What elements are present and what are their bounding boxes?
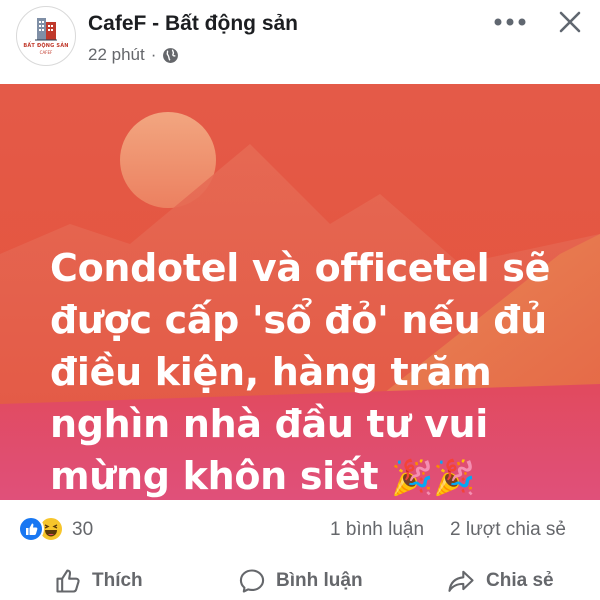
like-label: Thích — [92, 570, 143, 591]
close-button[interactable] — [554, 6, 586, 38]
thumbs-up-icon — [56, 569, 80, 593]
more-options-button[interactable] — [490, 10, 530, 34]
building-logo-icon — [35, 18, 57, 41]
globe-icon[interactable] — [162, 47, 179, 64]
avatar-logo-subtext: CAFEF — [39, 50, 53, 55]
close-icon — [559, 11, 581, 33]
dot-separator: · — [150, 45, 157, 64]
post-header: BẤT ĐỘNG SẢN CAFEF CafeF - Bất động sản … — [0, 0, 600, 84]
share-label: Chia sẻ — [486, 570, 554, 591]
share-count-link[interactable]: 2 lượt chia sẻ — [450, 519, 566, 541]
comment-bubble-icon — [239, 569, 265, 593]
reaction-count[interactable]: 30 — [72, 519, 93, 541]
like-reaction-icon — [18, 516, 44, 542]
comment-count-link[interactable]: 1 bình luận — [330, 519, 424, 541]
banner-headline: Condotel và officetel sẽ được cấp 'sổ đỏ… — [50, 242, 550, 500]
headline-line: nghìn nhà đầu tư vui — [50, 402, 489, 446]
headline-line-text: mừng khôn siết — [50, 454, 379, 498]
like-button[interactable]: Thích — [54, 562, 143, 600]
page-name[interactable]: CafeF - Bất động sản — [88, 12, 298, 36]
comment-label: Bình luận — [276, 570, 363, 591]
headline-line: Condotel và officetel sẽ — [50, 246, 551, 290]
share-button[interactable]: Chia sẻ — [446, 562, 554, 600]
post-stats: 30 1 bình luận 2 lượt chia sẻ — [0, 510, 600, 550]
headline-line: được cấp 'sổ đỏ' nếu đủ — [50, 298, 547, 342]
headline-line-last: mừng khôn siết 🎉🎉 — [50, 450, 550, 500]
post-image-banner[interactable]: Condotel và officetel sẽ được cấp 'sổ đỏ… — [0, 84, 600, 500]
avatar[interactable]: BẤT ĐỘNG SẢN CAFEF — [16, 6, 76, 66]
party-popper-emoji: 🎉🎉 — [391, 458, 476, 498]
comment-button[interactable]: Bình luận — [238, 562, 363, 600]
post-actions: Thích Bình luận Chia sẻ — [0, 562, 600, 600]
post-time[interactable]: 22 phút — [88, 45, 145, 65]
post-meta: 22 phút · — [88, 45, 179, 65]
avatar-logo-text: BẤT ĐỘNG SẢN — [23, 43, 69, 49]
headline-line: điều kiện, hàng trăm — [50, 350, 492, 394]
share-arrow-icon — [448, 570, 474, 592]
ellipsis-icon — [494, 18, 526, 26]
reactions-summary[interactable] — [18, 516, 64, 542]
